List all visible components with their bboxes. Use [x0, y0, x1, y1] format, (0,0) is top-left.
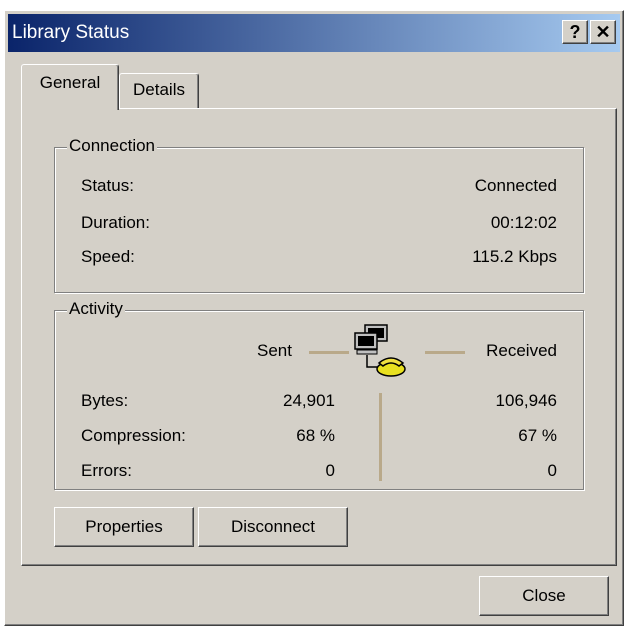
tab-details-label: Details — [133, 80, 185, 99]
connection-group-label: Connection — [67, 136, 158, 156]
close-button[interactable]: Close — [479, 576, 609, 616]
status-label: Status: — [81, 176, 134, 195]
title-bar[interactable]: Library Status ? ✕ — [8, 14, 620, 52]
errors-received-value: 0 — [547, 461, 557, 480]
speed-value: 115.2 Kbps — [472, 247, 557, 266]
properties-button[interactable]: Properties — [54, 507, 194, 547]
close-window-button[interactable]: ✕ — [590, 20, 616, 44]
compression-received-value: 67 % — [518, 426, 557, 445]
compression-label: Compression: — [81, 426, 186, 445]
activity-divider-line — [379, 393, 382, 481]
tab-general[interactable]: General — [21, 64, 119, 110]
activity-group-label: Activity — [67, 299, 125, 319]
sent-header: Sent — [257, 341, 292, 360]
duration-label: Duration: — [81, 213, 150, 232]
errors-label: Errors: — [81, 461, 132, 480]
disconnect-button[interactable]: Disconnect — [198, 507, 348, 547]
window-title: Library Status — [12, 22, 130, 43]
received-connector-line — [425, 351, 465, 354]
library-status-dialog: Library Status ? ✕ General Details Conne… — [4, 10, 624, 626]
bytes-label: Bytes: — [81, 391, 129, 410]
tab-general-label: General — [39, 73, 101, 92]
received-header: Received — [486, 341, 557, 360]
status-value: Connected — [474, 176, 557, 195]
duration-value: 00:12:02 — [490, 213, 557, 232]
help-button[interactable]: ? — [562, 20, 588, 44]
network-computers-phone-icon — [351, 323, 409, 379]
tab-details[interactable]: Details — [119, 73, 199, 109]
activity-group: Activity Sent Received Bytes: 24,901 106… — [54, 299, 584, 490]
sent-connector-line — [309, 351, 349, 354]
bytes-sent-value: 24,901 — [283, 391, 335, 410]
connection-group: Connection Status: Connected Duration: 0… — [54, 136, 584, 293]
errors-sent-value: 0 — [325, 461, 335, 480]
speed-label: Speed: — [81, 247, 135, 266]
bytes-received-value: 106,946 — [495, 391, 557, 410]
general-tab-panel: Connection Status: Connected Duration: 0… — [21, 108, 617, 566]
compression-sent-value: 68 % — [296, 426, 335, 445]
